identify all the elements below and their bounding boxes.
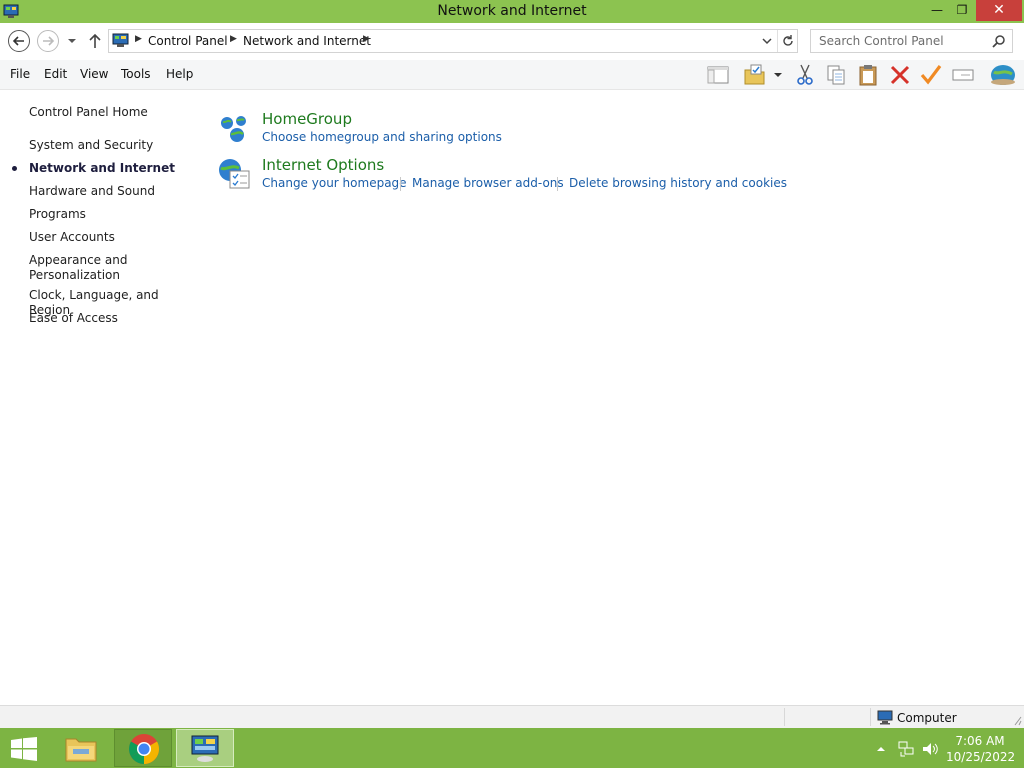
close-button[interactable]: ✕ [976,0,1022,21]
address-row: ▶ Control Panel ▶ Network and Internet ▶… [0,23,1024,60]
refresh-button[interactable] [777,30,797,52]
internet-options-title[interactable]: Internet Options [262,156,384,174]
minimize-button[interactable]: — [925,0,949,21]
chrome-icon [128,734,160,764]
breadcrumb-separator-icon[interactable]: ▶ [363,34,370,44]
sidebar-item-appearance-line2[interactable]: Personalization [29,268,120,283]
refresh-icon [783,35,793,46]
taskbar-google-chrome[interactable] [114,729,172,767]
address-bar[interactable]: ▶ Control Panel ▶ Network and Internet ▶ [108,29,798,53]
folder-options-icon[interactable] [742,62,768,88]
breadcrumb-network-and-internet[interactable]: Network and Internet [243,34,371,48]
taskbar-control-panel[interactable] [176,729,234,767]
search-input[interactable]: Search Control Panel [810,29,1013,53]
breadcrumb-control-panel[interactable]: Control Panel [148,34,228,48]
sidebar-item-appearance-line1[interactable]: Appearance and [29,253,127,268]
link-divider [557,177,558,191]
breadcrumb-separator-icon[interactable]: ▶ [230,34,237,44]
resize-grip-icon[interactable] [1012,714,1022,726]
clock-date[interactable]: 10/25/2022 [946,750,1015,764]
breadcrumb-separator-icon[interactable]: ▶ [135,34,142,44]
sidebar-item-network-and-internet[interactable]: Network and Internet [29,161,175,176]
network-globe-icon[interactable] [989,62,1015,88]
control-panel-icon [112,33,129,47]
folder-icon [65,738,97,762]
cut-icon[interactable] [792,62,818,88]
up-arrow-icon[interactable] [88,33,102,49]
sidebar-item-user-accounts[interactable]: User Accounts [29,230,115,245]
taskbar-file-explorer[interactable] [56,729,106,767]
sidebar-item-system-and-security[interactable]: System and Security [29,138,153,153]
menu-toolbar-row: File Edit View Tools Help [0,60,1024,90]
volume-icon[interactable] [921,740,939,758]
change-homepage-link[interactable]: Change your homepage [262,176,407,190]
chevron-down-icon [762,38,772,45]
search-placeholder: Search Control Panel [819,34,944,48]
search-icon[interactable] [992,34,1006,48]
forward-button[interactable] [37,30,59,52]
sidebar: Control Panel Home System and Security N… [0,90,200,705]
sidebar-item-hardware-and-sound[interactable]: Hardware and Sound [29,184,155,199]
taskbar: 7:06 AM 10/25/2022 [0,728,1024,768]
menu-tools[interactable]: Tools [121,67,151,81]
paste-icon[interactable] [855,62,881,88]
menu-edit[interactable]: Edit [44,67,67,81]
menu-view[interactable]: View [80,67,108,81]
network-tray-icon[interactable] [897,740,915,758]
manage-browser-addons-link[interactable]: Manage browser add-ons [412,176,564,190]
show-hidden-icons-icon[interactable] [876,745,886,753]
rename-icon[interactable] [950,62,976,88]
homegroup-sharing-link[interactable]: Choose homegroup and sharing options [262,130,502,144]
copy-icon[interactable] [823,62,849,88]
homegroup-icon[interactable] [217,111,251,145]
windows-logo-icon [11,737,37,761]
delete-browsing-history-link[interactable]: Delete browsing history and cookies [569,176,787,190]
properties-check-icon[interactable] [918,62,944,88]
sidebar-item-control-panel-home[interactable]: Control Panel Home [29,105,148,120]
internet-options-icon[interactable] [217,157,251,191]
address-dropdown-button[interactable] [757,30,777,52]
forward-arrow-icon [43,36,55,46]
sidebar-item-programs[interactable]: Programs [29,207,86,222]
maximize-button[interactable]: ❐ [949,0,975,21]
control-panel-icon [191,735,219,762]
recent-locations-dropdown-icon[interactable] [66,35,78,47]
status-location: Computer [897,711,957,725]
window-title: Network and Internet [437,3,587,19]
chevron-down-icon[interactable] [773,71,783,79]
back-arrow-icon [12,36,24,46]
status-divider [784,708,785,726]
status-divider [870,708,871,726]
back-button[interactable] [8,30,30,52]
start-button[interactable] [0,729,48,767]
sidebar-item-ease-of-access[interactable]: Ease of Access [29,311,118,326]
title-bar: Network and Internet — ❐ ✕ [0,0,1024,23]
computer-icon [877,710,893,725]
layout-icon[interactable] [705,62,731,88]
status-bar: Computer [0,705,1024,728]
clock-time[interactable]: 7:06 AM [950,734,1010,748]
link-divider [400,177,401,191]
delete-icon[interactable] [887,62,913,88]
menu-file[interactable]: File [10,67,30,81]
homegroup-title[interactable]: HomeGroup [262,110,352,128]
menu-help[interactable]: Help [166,67,193,81]
active-bullet-icon [12,166,17,171]
